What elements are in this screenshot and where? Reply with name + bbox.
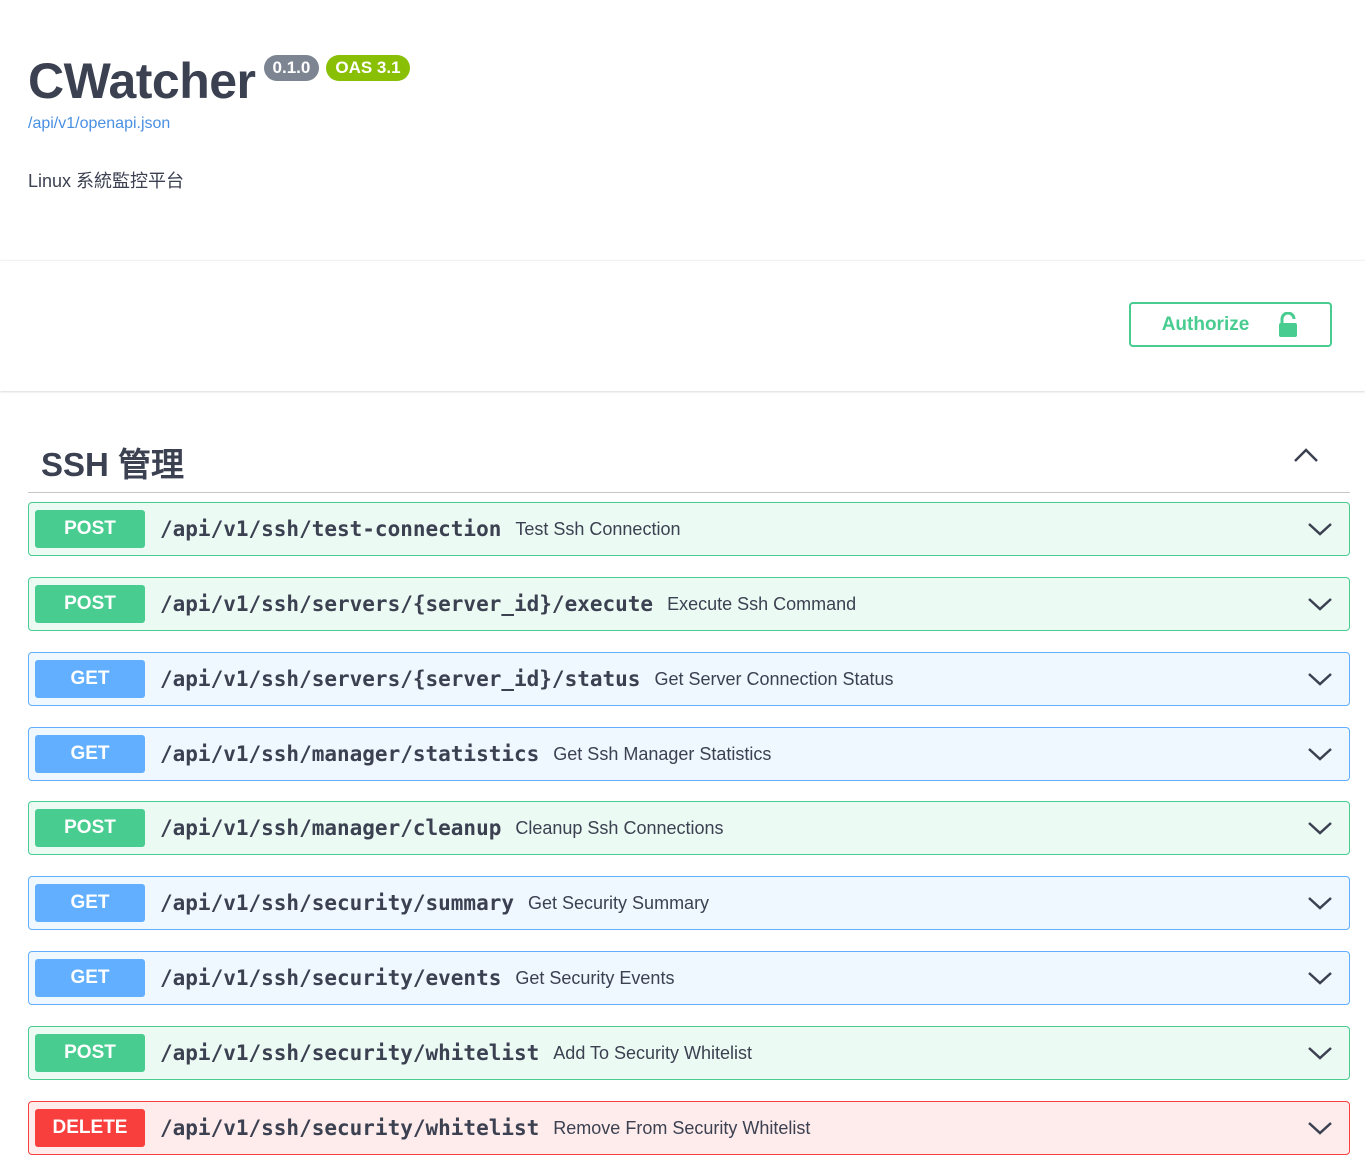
openapi-json-link[interactable]: /api/v1/openapi.json — [28, 115, 170, 133]
method-badge: GET — [35, 884, 145, 922]
operation-path: /api/v1/ssh/manager/cleanup — [160, 816, 502, 840]
operation-row[interactable]: GET/api/v1/ssh/manager/statistics Get Ssh… — [28, 727, 1350, 781]
method-badge: POST — [35, 1034, 145, 1072]
chevron-up-icon[interactable] — [1292, 444, 1320, 464]
operation-row[interactable]: POST/api/v1/ssh/manager/cleanup Cleanup S… — [28, 801, 1350, 855]
operation-summary: Test Ssh Connection — [515, 518, 681, 539]
api-info: CWatcher 0.1.0 OAS 3.1 /api/v1/openapi.j… — [28, 0, 1348, 258]
unlock-icon — [1279, 311, 1298, 337]
chevron-down-icon[interactable] — [1307, 595, 1333, 613]
oas-badge: OAS 3.1 — [326, 55, 410, 81]
method-badge: GET — [35, 735, 145, 773]
operation-row[interactable]: POST/api/v1/ssh/security/whitelist Add To… — [28, 1026, 1350, 1080]
scheme-container: Authorize — [0, 260, 1365, 391]
tag-title: SSH 管理 — [41, 446, 185, 483]
operation-path: /api/v1/ssh/security/whitelist — [160, 1041, 540, 1065]
operation-summary: Execute Ssh Command — [667, 593, 857, 614]
title-row: CWatcher 0.1.0 OAS 3.1 — [28, 52, 410, 110]
operation-summary: Remove From Security Whitelist — [553, 1117, 811, 1138]
operation-path: /api/v1/ssh/test-connection — [160, 517, 502, 541]
operation-row[interactable]: POST/api/v1/ssh/test-connection Test Ssh … — [28, 502, 1350, 556]
operation-row[interactable]: POST/api/v1/ssh/servers/{server_id}/exec… — [28, 577, 1350, 631]
operation-summary: Get Security Events — [515, 967, 675, 988]
method-badge: DELETE — [35, 1109, 145, 1147]
method-badge: POST — [35, 809, 145, 847]
operation-path: /api/v1/ssh/security/summary — [160, 891, 515, 915]
chevron-down-icon[interactable] — [1307, 819, 1333, 837]
operation-path: /api/v1/ssh/security/events — [160, 966, 502, 990]
chevron-down-icon[interactable] — [1307, 1044, 1333, 1062]
chevron-down-icon[interactable] — [1307, 520, 1333, 538]
chevron-down-icon[interactable] — [1307, 670, 1333, 688]
operation-row[interactable]: GET/api/v1/ssh/servers/{server_id}/statu… — [28, 652, 1350, 706]
operation-path: /api/v1/ssh/servers/{server_id}/execute — [160, 592, 654, 616]
api-title: CWatcher — [28, 53, 256, 109]
tag-section-header[interactable]: SSH 管理 — [28, 430, 1350, 493]
operation-summary: Cleanup Ssh Connections — [515, 817, 724, 838]
operation-summary: Get Security Summary — [528, 892, 710, 913]
chevron-down-icon[interactable] — [1307, 969, 1333, 987]
operation-summary: Get Server Connection Status — [654, 668, 894, 689]
api-description: Linux 系統監控平台 — [28, 171, 185, 191]
method-badge: POST — [35, 585, 145, 623]
operation-path: /api/v1/ssh/manager/statistics — [160, 742, 540, 766]
method-badge: GET — [35, 660, 145, 698]
operation-path: /api/v1/ssh/servers/{server_id}/status — [160, 667, 641, 691]
method-badge: POST — [35, 510, 145, 548]
authorize-button[interactable]: Authorize — [1129, 302, 1332, 347]
chevron-down-icon[interactable] — [1307, 745, 1333, 763]
operation-row[interactable]: GET/api/v1/ssh/security/summary Get Secur… — [28, 876, 1350, 930]
method-badge: GET — [35, 959, 145, 997]
operation-path: /api/v1/ssh/security/whitelist — [160, 1116, 540, 1140]
operation-summary: Add To Security Whitelist — [553, 1042, 753, 1063]
operation-summary: Get Ssh Manager Statistics — [553, 743, 772, 764]
operation-row[interactable]: GET/api/v1/ssh/security/events Get Securi… — [28, 951, 1350, 1005]
version-badge: 0.1.0 — [263, 55, 320, 81]
authorize-label: Authorize — [1161, 313, 1250, 335]
chevron-down-icon[interactable] — [1307, 1119, 1333, 1137]
chevron-down-icon[interactable] — [1307, 894, 1333, 912]
operation-row[interactable]: DELETE/api/v1/ssh/security/whitelist Remo… — [28, 1101, 1350, 1155]
